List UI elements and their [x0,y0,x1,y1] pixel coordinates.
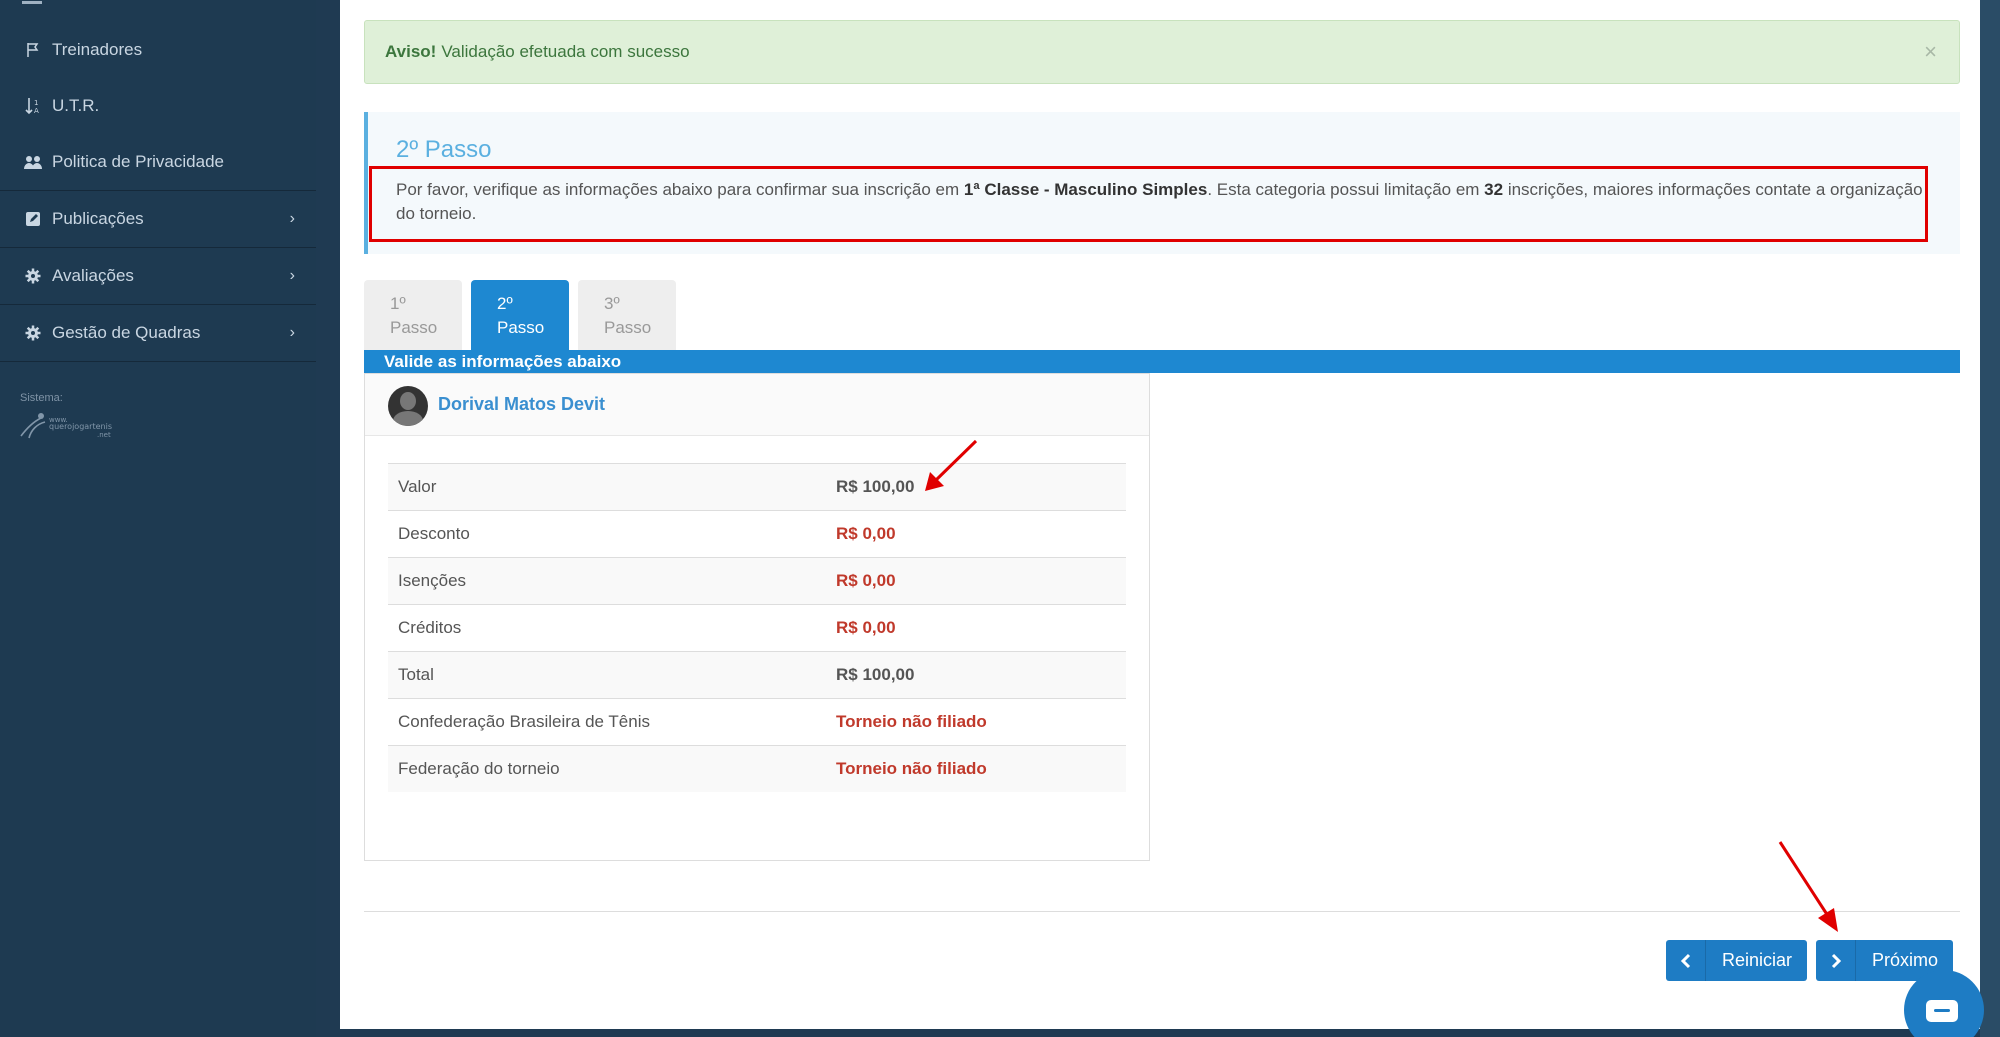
sidebar-item-gestao-quadras[interactable]: Gestão de Quadras › [0,305,316,361]
background-right [1980,0,2000,1037]
row-label: Federação do torneio [398,759,560,778]
row-label: Confederação Brasileira de Tênis [398,712,650,731]
edit-icon [23,209,43,229]
sidebar-item-utr[interactable]: 1A U.T.R. [0,78,316,134]
system-label: Sistema: [20,392,63,404]
restart-button[interactable]: Reiniciar [1666,940,1808,981]
svg-text:.net: .net [97,431,111,439]
row-label: Valor [398,477,437,496]
tab-label: Passo [604,318,652,337]
row-value: R$ 0,00 [836,524,896,543]
tab-number: 2º [497,294,513,313]
table-row: Total R$ 100,00 [388,651,1126,698]
success-alert: Aviso! Validação efetuada com sucesso × [364,20,1960,84]
tab-step-1[interactable]: 1º Passo [364,280,462,350]
next-label: Próximo [1872,950,1939,970]
sidebar-item-label: Avaliações [52,266,134,285]
sidebar-item-treinadores[interactable]: Treinadores [0,22,316,78]
avatar [388,386,428,426]
row-label: Desconto [398,524,470,543]
sidebar-item-avaliacoes[interactable]: Avaliações › [0,248,316,304]
sidebar-item-label: Politica de Privacidade [52,152,224,171]
player-name[interactable]: Dorival Matos Devit [438,394,605,415]
row-label: Isenções [398,571,467,590]
tab-label: Passo [497,318,545,337]
svg-text:querojogartenis: querojogartenis [49,422,112,431]
close-icon[interactable]: × [1924,39,1937,65]
chevron-right-icon: › [289,324,295,341]
sidebar-item-label: U.T.R. [52,96,100,115]
chevron-left-icon [1666,940,1706,981]
flag-icon [23,40,43,60]
chevron-right-icon: › [289,210,295,227]
row-value: R$ 100,00 [836,665,915,684]
sidebar-item-publicacoes[interactable]: Publicações › [0,191,316,247]
sidebar-item-label: Treinadores [52,40,143,59]
svg-text:1: 1 [34,99,38,107]
tab-number: 3º [604,294,620,313]
sidebar-divider [0,361,316,362]
sidebar: Treinadores 1A U.T.R. Politica de Privac… [0,0,316,1037]
system-logo: www. querojogartenis .net [19,408,129,440]
gear-icon [23,266,43,286]
sidebar-item-partial[interactable] [22,0,42,4]
row-value: Torneio não filiado [836,759,987,778]
row-value: R$ 0,00 [836,618,896,637]
restart-label: Reiniciar [1722,950,1793,970]
svg-text:A: A [34,107,39,115]
tab-label: Passo [390,318,438,337]
footer-divider [364,911,1960,912]
gear-icon [23,323,43,343]
alert-strong: Aviso! [385,42,437,61]
tab-number: 1º [390,294,406,313]
sidebar-item-label: Publicações [52,209,144,228]
table-row: Desconto R$ 0,00 [388,510,1126,557]
row-value: Torneio não filiado [836,712,987,731]
tab-step-2[interactable]: 2º Passo [471,280,569,350]
wizard-header: Valide as informações abaixo [364,350,1960,373]
sidebar-item-label: Gestão de Quadras [52,323,201,342]
annotation-highlight-box [369,166,1928,242]
sidebar-item-privacidade[interactable]: Politica de Privacidade [0,134,316,190]
table-row: Isenções R$ 0,00 [388,557,1126,604]
main-panel: Aviso! Validação efetuada com sucesso × … [340,0,1980,1029]
row-label: Total [398,665,434,684]
chevron-right-icon: › [289,267,295,284]
row-value: R$ 0,00 [836,571,896,590]
step-title: 2º Passo [396,136,492,163]
tab-step-3[interactable]: 3º Passo [578,280,676,350]
table-row: Confederação Brasileira de Tênis Torneio… [388,698,1126,745]
table-row: Créditos R$ 0,00 [388,604,1126,651]
alert-message: Validação efetuada com sucesso [441,42,690,61]
table-row: Valor R$ 100,00 [388,463,1126,510]
row-value: R$ 100,00 [836,477,915,496]
sort-icon: 1A [23,96,43,116]
row-label: Créditos [398,618,462,637]
chevron-right-icon [1816,940,1856,981]
table-row: Federação do torneio Torneio não filiado [388,745,1126,792]
summary-table: Valor R$ 100,00 Desconto R$ 0,00 Isençõe… [388,463,1126,792]
chat-icon [1926,1000,1958,1022]
summary-card: Dorival Matos Devit Valor R$ 100,00 Desc… [364,373,1150,861]
card-header: Dorival Matos Devit [365,374,1149,436]
users-icon [23,152,43,172]
